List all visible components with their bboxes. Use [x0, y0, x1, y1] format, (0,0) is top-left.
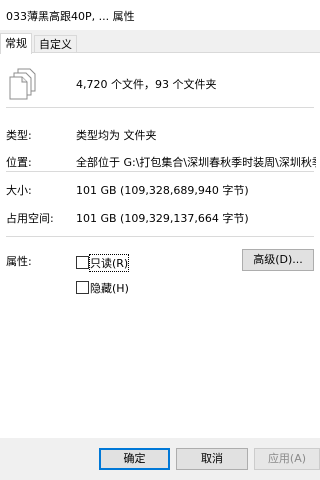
- summary-text: 4,720 个文件，93 个文件夹: [76, 78, 217, 91]
- cancel-button[interactable]: 取消: [176, 448, 248, 470]
- window-title: 033薄黑高跟40P, ... 属性: [6, 10, 135, 23]
- multiple-files-icon: [9, 68, 36, 100]
- location-label: 位置:: [6, 156, 32, 169]
- ok-button[interactable]: 确定: [99, 448, 170, 470]
- general-panel: 4,720 个文件，93 个文件夹 类型: 类型均为 文件夹 位置: 全部位于 …: [0, 52, 320, 438]
- tab-custom[interactable]: 自定义: [34, 35, 77, 52]
- location-value[interactable]: 全部位于 G:\打包集合\深圳春秋季时装周\深圳秋季时装: [76, 154, 316, 170]
- title-bar: 033薄黑高跟40P, ... 属性: [0, 0, 320, 30]
- readonly-checkbox-box[interactable]: [76, 256, 89, 269]
- hidden-label[interactable]: 隐藏(H): [90, 280, 129, 296]
- size-value: 101 GB (109,328,689,940 字节): [76, 184, 249, 197]
- disk-size-label: 占用空间:: [6, 212, 54, 225]
- readonly-label[interactable]: 只读(R): [88, 254, 130, 272]
- separator: [6, 171, 314, 172]
- type-label: 类型:: [6, 129, 32, 142]
- apply-button[interactable]: 应用(A): [254, 448, 320, 470]
- size-label: 大小:: [6, 184, 32, 197]
- separator: [6, 107, 314, 108]
- tab-general[interactable]: 常规: [0, 33, 32, 54]
- attributes-label: 属性:: [6, 255, 32, 268]
- advanced-button[interactable]: 高级(D)...: [242, 249, 314, 271]
- tab-strip: 常规 自定义: [0, 30, 320, 54]
- hidden-checkbox-box[interactable]: [76, 281, 89, 294]
- separator: [6, 236, 314, 237]
- type-value: 类型均为 文件夹: [76, 129, 157, 142]
- disk-size-value: 101 GB (109,329,137,664 字节): [76, 212, 249, 225]
